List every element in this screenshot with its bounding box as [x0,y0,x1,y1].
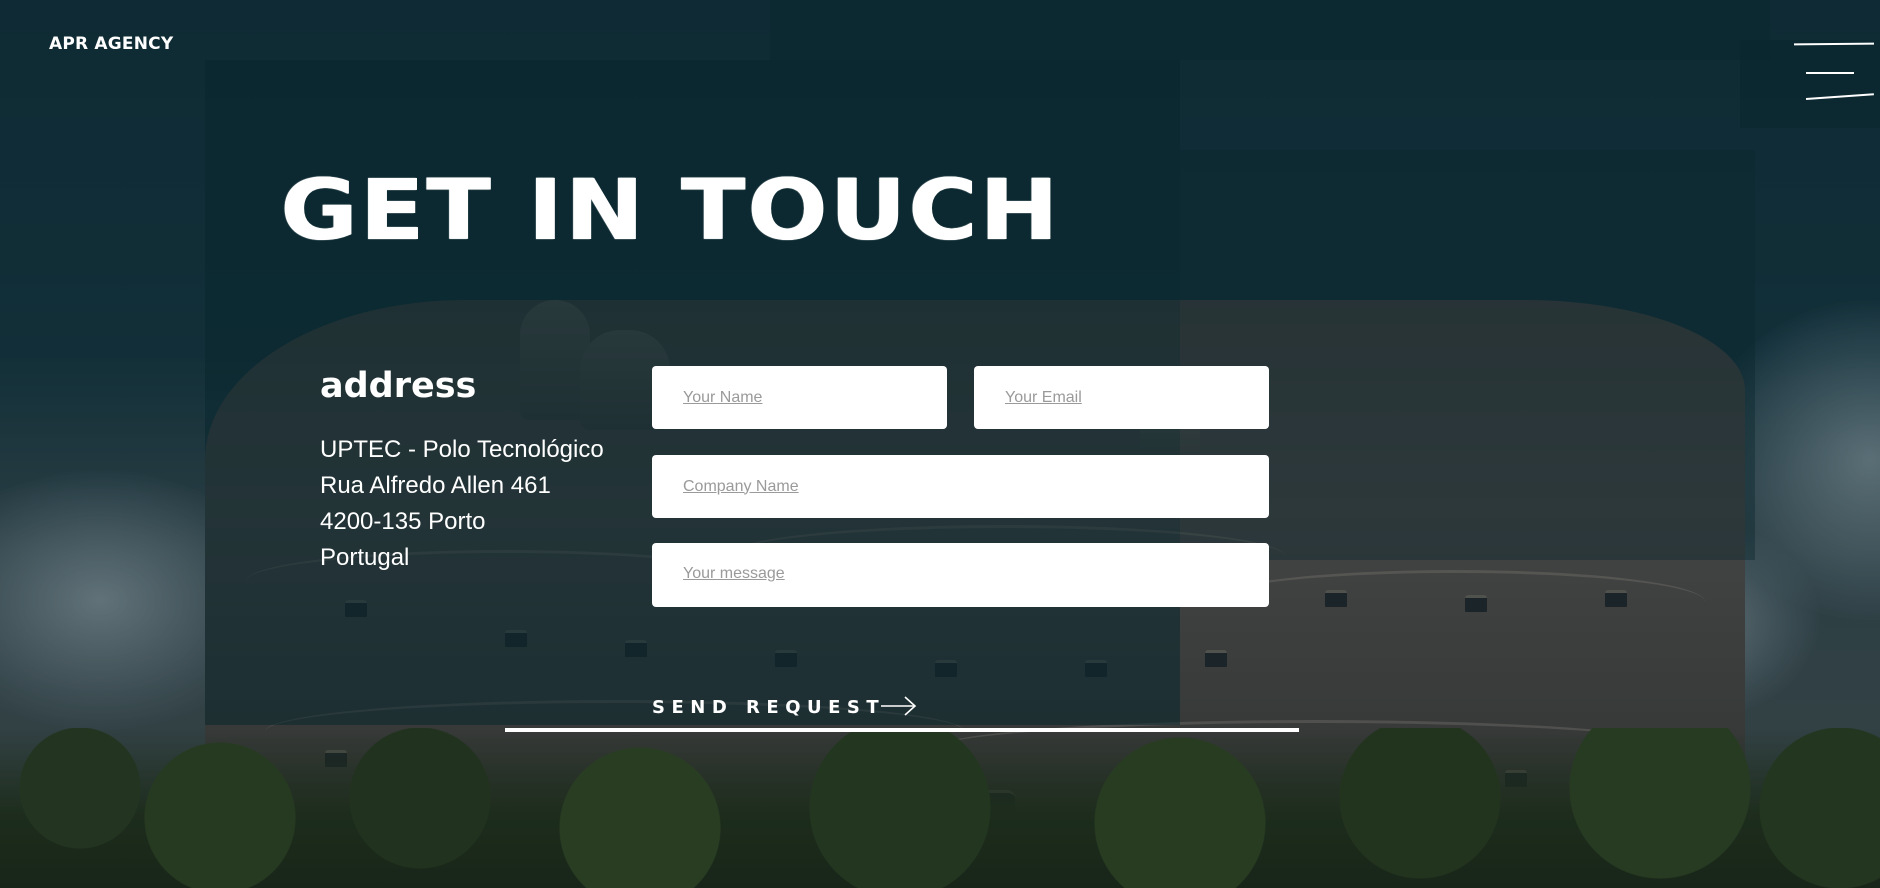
address-line: Rua Alfredo Allen 461 [320,472,551,499]
address-heading: address [320,366,477,406]
address-line: 4200-135 Porto [320,508,486,535]
address-text: UPTEC - Polo Tecnológico Rua Alfredo All… [320,432,604,576]
send-request-button[interactable]: SEND REQUEST [505,690,1299,732]
email-input[interactable] [974,366,1269,429]
background-photo [0,0,1880,888]
name-input[interactable] [652,366,947,429]
send-request-label: SEND REQUEST [652,697,886,718]
contact-page: APR AGENCY GET IN TOUCH address UPTEC - … [0,0,1880,888]
address-line: UPTEC - Polo Tecnológico [320,436,604,463]
page-title: GET IN TOUCH [280,161,1061,259]
address-line: Portugal [320,544,410,571]
message-input[interactable] [652,543,1269,607]
arrow-right-icon [879,694,919,723]
menu-button[interactable] [1793,36,1875,106]
logo[interactable]: APR AGENCY [49,34,173,54]
company-input[interactable] [652,455,1269,518]
